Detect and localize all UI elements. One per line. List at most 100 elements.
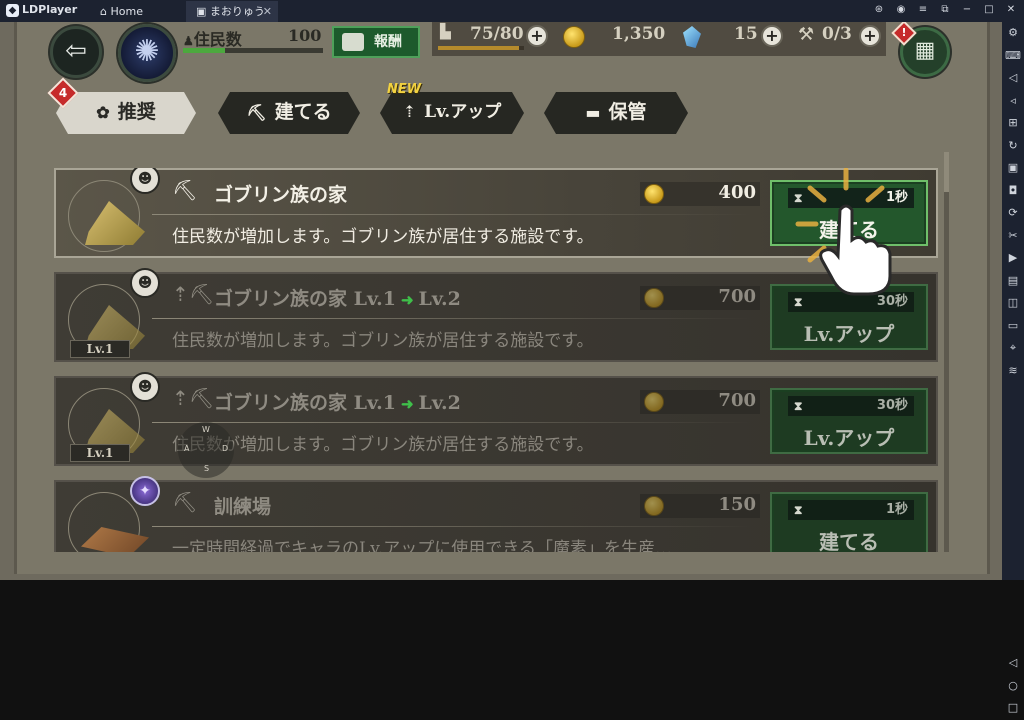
rotate-icon[interactable]: ⟳ [1002, 202, 1024, 225]
tab-build[interactable]: ⛏ 建てる [218, 92, 360, 134]
tab-home-label: Home [110, 5, 143, 18]
tab-count-badge-text: 4 [58, 86, 68, 100]
facility-name-text: ゴブリン族の家 [214, 184, 348, 206]
back-nav-icon[interactable]: ◁ [1002, 652, 1024, 675]
virtual-joystick[interactable]: W A D S [178, 422, 234, 478]
close-window-icon[interactable]: ✕ [1004, 3, 1018, 17]
volume-up-icon[interactable]: ◁ [1002, 67, 1024, 90]
nation-emblem[interactable]: ✺ [118, 24, 176, 82]
build-button[interactable]: ⧗ 1秒 建てる [770, 492, 928, 552]
gear-cluster-icon: ✿ [96, 103, 110, 122]
facility-name: ゴブリン族の家 Lv.1 ➜ Lv.2 [214, 388, 461, 415]
settings-icon[interactable]: ⚙ [1002, 22, 1024, 45]
from-level: Lv.1 [353, 288, 396, 310]
facility-description: 一定時間経過でキャラのLv.アップに使用できる「魔素」を生産… [172, 539, 672, 552]
recents-nav-icon[interactable]: □ [1002, 697, 1024, 720]
back-button[interactable]: ⇦ [50, 26, 102, 78]
divider [152, 422, 752, 423]
joystick-left-key: A [184, 444, 190, 453]
account-icon[interactable]: ◉ [894, 3, 908, 17]
facility-thumb [68, 180, 145, 252]
joystick-right-key: D [222, 444, 229, 453]
hourglass-icon: ⧗ [794, 399, 803, 413]
residents-icon: ☻ [130, 268, 160, 298]
app-name: LDPlayer [22, 3, 78, 16]
location-icon[interactable]: ⌖ [1002, 337, 1024, 360]
list-scrollbar[interactable] [944, 152, 949, 552]
hourglass-icon: ⧗ [794, 503, 803, 517]
hammer-value: 0/3 [822, 24, 852, 44]
tab-level-up-label: Lv.アップ [424, 102, 502, 122]
level-up-icon: ⇡ [402, 102, 417, 121]
tab-game-label: まおりゅう [209, 5, 265, 18]
add-hammer-button[interactable]: + [859, 25, 881, 47]
pointing-hand-icon [819, 204, 892, 296]
restore-window-icon[interactable]: ⧉ [938, 3, 952, 17]
video-icon[interactable]: ▶ [1002, 247, 1024, 270]
gamepad-icon[interactable]: ⊛ [872, 3, 886, 17]
add-crystal-button[interactable]: + [761, 25, 783, 47]
facility-description: 住民数が増加します。ゴブリン族が居住する施設です。 [172, 331, 594, 351]
apk-icon[interactable]: ▤ [1002, 270, 1024, 293]
facility-name-text: ゴブリン族の家 [214, 392, 348, 414]
to-level: Lv.2 [418, 392, 461, 414]
home-nav-icon[interactable]: ○ [1002, 675, 1024, 698]
game-screen: ⇦ ✺ ♟住民数 100 報酬 ▙ 75/80 + 1,350 15 + ⚒ 0… [0, 22, 1002, 580]
gold-coin-icon [644, 496, 664, 516]
boot-icon: ▙ [440, 24, 451, 40]
alert-badge-text: ! [901, 26, 907, 39]
tab-storage[interactable]: ▬ 保管 [544, 92, 688, 134]
keyboard-icon[interactable]: ⌨ [1002, 45, 1024, 68]
reward-button[interactable]: 報酬 [332, 26, 420, 58]
tab-game[interactable]: ▣ まおりゅう ✕ [186, 1, 278, 22]
level-up-button[interactable]: ⧗ 30秒 Lv.アップ [770, 388, 928, 454]
population-value: 100 [288, 26, 322, 45]
shake-icon[interactable]: ≋ [1002, 360, 1024, 383]
gold-coin-icon [644, 288, 664, 308]
divider [152, 318, 752, 319]
tab-recommended[interactable]: ✿ 推奨 [56, 92, 196, 134]
population-bar [183, 48, 323, 53]
minimize-icon[interactable]: − [960, 3, 974, 17]
list-item[interactable]: ✦ ⛏ 訓練場 一定時間経過でキャラのLv.アップに使用できる「魔素」を生産… … [54, 476, 938, 552]
level-badge: Lv.1 [70, 340, 130, 358]
sync-icon[interactable]: ↻ [1002, 135, 1024, 158]
grid-icon: ▦ [914, 38, 936, 63]
tutorial-hand-pointer [795, 168, 892, 296]
tab-home[interactable]: ⌂ Home [90, 1, 182, 22]
volume-down-icon[interactable]: ◃ [1002, 90, 1024, 113]
add-app-icon[interactable]: ⊞ [1002, 112, 1024, 135]
multi-instance-icon[interactable]: ◫ [1002, 292, 1024, 315]
treasure-chest-icon [342, 33, 364, 51]
facility-description: 住民数が増加します。ゴブリン族が居住する施設です。 [172, 435, 594, 455]
add-stamina-button[interactable]: + [526, 25, 548, 47]
scissors-icon[interactable]: ✂ [1002, 225, 1024, 248]
level-up-icon: ⇡⛏ [172, 386, 215, 410]
population-bar-fill [183, 48, 225, 53]
population-label-group: ♟住民数 [183, 26, 242, 50]
crystal-value: 15 [734, 24, 758, 44]
folder-icon[interactable]: ▭ [1002, 315, 1024, 338]
menu-icon[interactable]: ≡ [916, 3, 930, 17]
record-icon[interactable]: ◘ [1002, 180, 1024, 203]
facility-thumb [68, 492, 149, 552]
upgrade-time-text: 30秒 [876, 398, 908, 413]
stamina-value: 75/80 [470, 24, 524, 44]
facility-name-text: 訓練場 [214, 496, 272, 518]
gold-coin-icon [644, 392, 664, 412]
screenshot-icon[interactable]: ▣ [1002, 157, 1024, 180]
residents-icon: ☻ [130, 372, 160, 402]
magic-orb-icon: ✦ [130, 476, 160, 506]
close-tab-icon[interactable]: ✕ [263, 1, 272, 22]
tab-build-label: 建てる [274, 101, 332, 123]
tab-level-up[interactable]: ⇡ Lv.アップ [380, 92, 524, 134]
scrollbar-thumb[interactable] [944, 152, 949, 192]
arrow-right-icon: ➜ [400, 291, 414, 309]
facility-cost: 700 [718, 390, 756, 411]
facility-cost: 400 [718, 182, 756, 203]
build-button-label: 建てる [819, 530, 879, 552]
maximize-icon[interactable]: □ [982, 3, 996, 17]
app-logo: ◆ LDPlayer [6, 3, 77, 17]
gold-value: 1,350 [612, 24, 666, 44]
residents-icon: ☻ [130, 168, 160, 194]
